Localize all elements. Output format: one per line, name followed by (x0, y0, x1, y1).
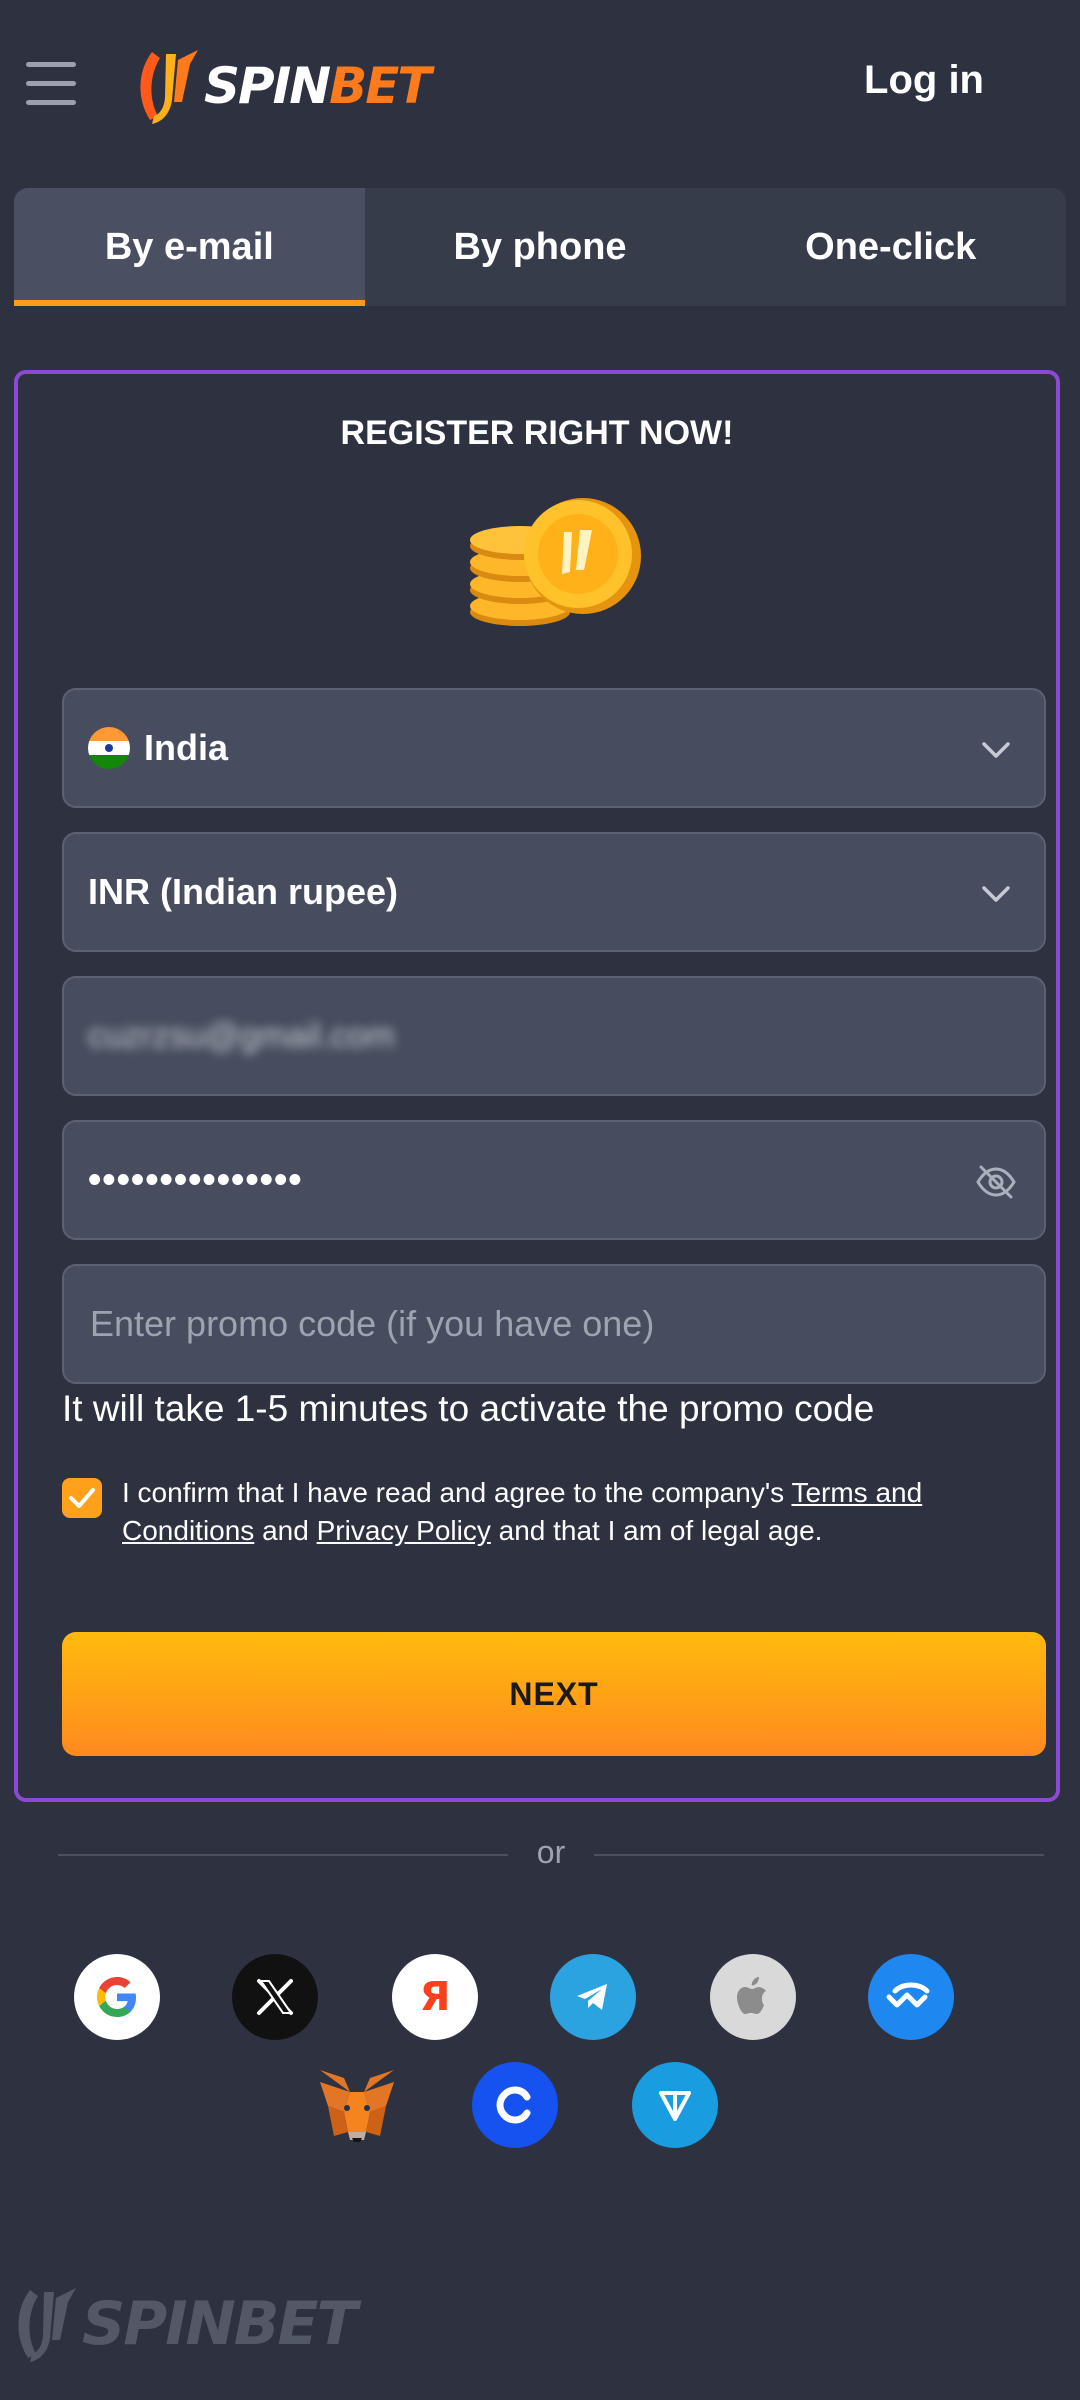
apple-login-button[interactable] (710, 1954, 796, 2040)
google-icon (97, 1977, 136, 2017)
brand-logo[interactable]: SPINBET (132, 40, 431, 132)
registration-method-tabs: By e-mail By phone One-click (14, 188, 1066, 306)
telegram-login-button[interactable] (550, 1954, 636, 2040)
checkmark-icon (69, 1488, 95, 1508)
coinbase-login-button[interactable] (472, 2062, 558, 2148)
consent-row: I confirm that I have read and agree to … (62, 1474, 1022, 1550)
privacy-policy-link[interactable]: Privacy Policy (317, 1515, 491, 1546)
menu-icon[interactable] (26, 62, 76, 108)
password-field[interactable]: ••••••••••••••• (62, 1120, 1046, 1240)
consent-text: I confirm that I have read and agree to … (122, 1477, 923, 1546)
coinbase-icon (496, 2086, 531, 2124)
walletconnect-icon (886, 1982, 930, 2008)
india-flag-icon (88, 727, 130, 769)
eye-off-icon[interactable] (972, 1158, 1020, 1206)
consent-checkbox[interactable] (62, 1478, 102, 1518)
logo-mark-icon (140, 50, 198, 124)
coins-icon (470, 498, 641, 626)
chevron-down-icon (982, 742, 1010, 758)
x-icon (257, 1979, 293, 2015)
tab-by-phone[interactable]: By phone (365, 188, 716, 306)
country-select[interactable]: India (62, 688, 1046, 808)
or-divider: or (58, 1834, 1044, 1874)
brand-wordmark: SPINBET (204, 57, 431, 115)
or-label: or (536, 1834, 566, 1870)
metamask-login-button[interactable] (314, 2062, 400, 2148)
x-login-button[interactable] (232, 1954, 318, 2040)
telegram-icon (577, 1984, 607, 2010)
ton-login-button[interactable] (632, 2062, 718, 2148)
login-link[interactable]: Log in (864, 58, 984, 103)
currency-value: INR (Indian rupee) (88, 871, 399, 912)
email-value: cuzrzsu@gmail.com (88, 1016, 395, 1055)
next-button[interactable]: NEXT (62, 1632, 1046, 1756)
country-value: India (144, 727, 229, 768)
ton-icon (659, 2091, 691, 2121)
promo-note: It will take 1-5 minutes to activate the… (62, 1388, 875, 1429)
footer-wordmark: SPINBET (82, 2289, 357, 2359)
google-login-button[interactable] (74, 1954, 160, 2040)
walletconnect-login-button[interactable] (868, 1954, 954, 2040)
email-field[interactable]: cuzrzsu@gmail.com (62, 976, 1046, 1096)
metamask-icon (320, 2070, 394, 2142)
form-title: REGISTER RIGHT NOW! (340, 414, 734, 452)
registration-form: REGISTER RIGHT NOW! India INR (Indian ru… (14, 370, 1060, 1802)
password-value: ••••••••••••••• (88, 1158, 303, 1201)
tab-by-email[interactable]: By e-mail (14, 188, 365, 306)
currency-select[interactable]: INR (Indian rupee) (62, 832, 1046, 952)
apple-icon (737, 1977, 766, 2014)
tab-one-click[interactable]: One-click (715, 188, 1066, 306)
logo-mark-icon (18, 2288, 76, 2362)
yandex-login-button[interactable]: Я (392, 1954, 478, 2040)
footer-logo: SPINBET (10, 2278, 357, 2370)
promo-code-field[interactable] (62, 1264, 1046, 1384)
promo-code-input[interactable] (88, 1302, 1020, 1346)
yandex-icon: Я (419, 1974, 451, 2020)
header: SPINBET Log in (0, 0, 1080, 170)
chevron-down-icon (982, 886, 1010, 902)
